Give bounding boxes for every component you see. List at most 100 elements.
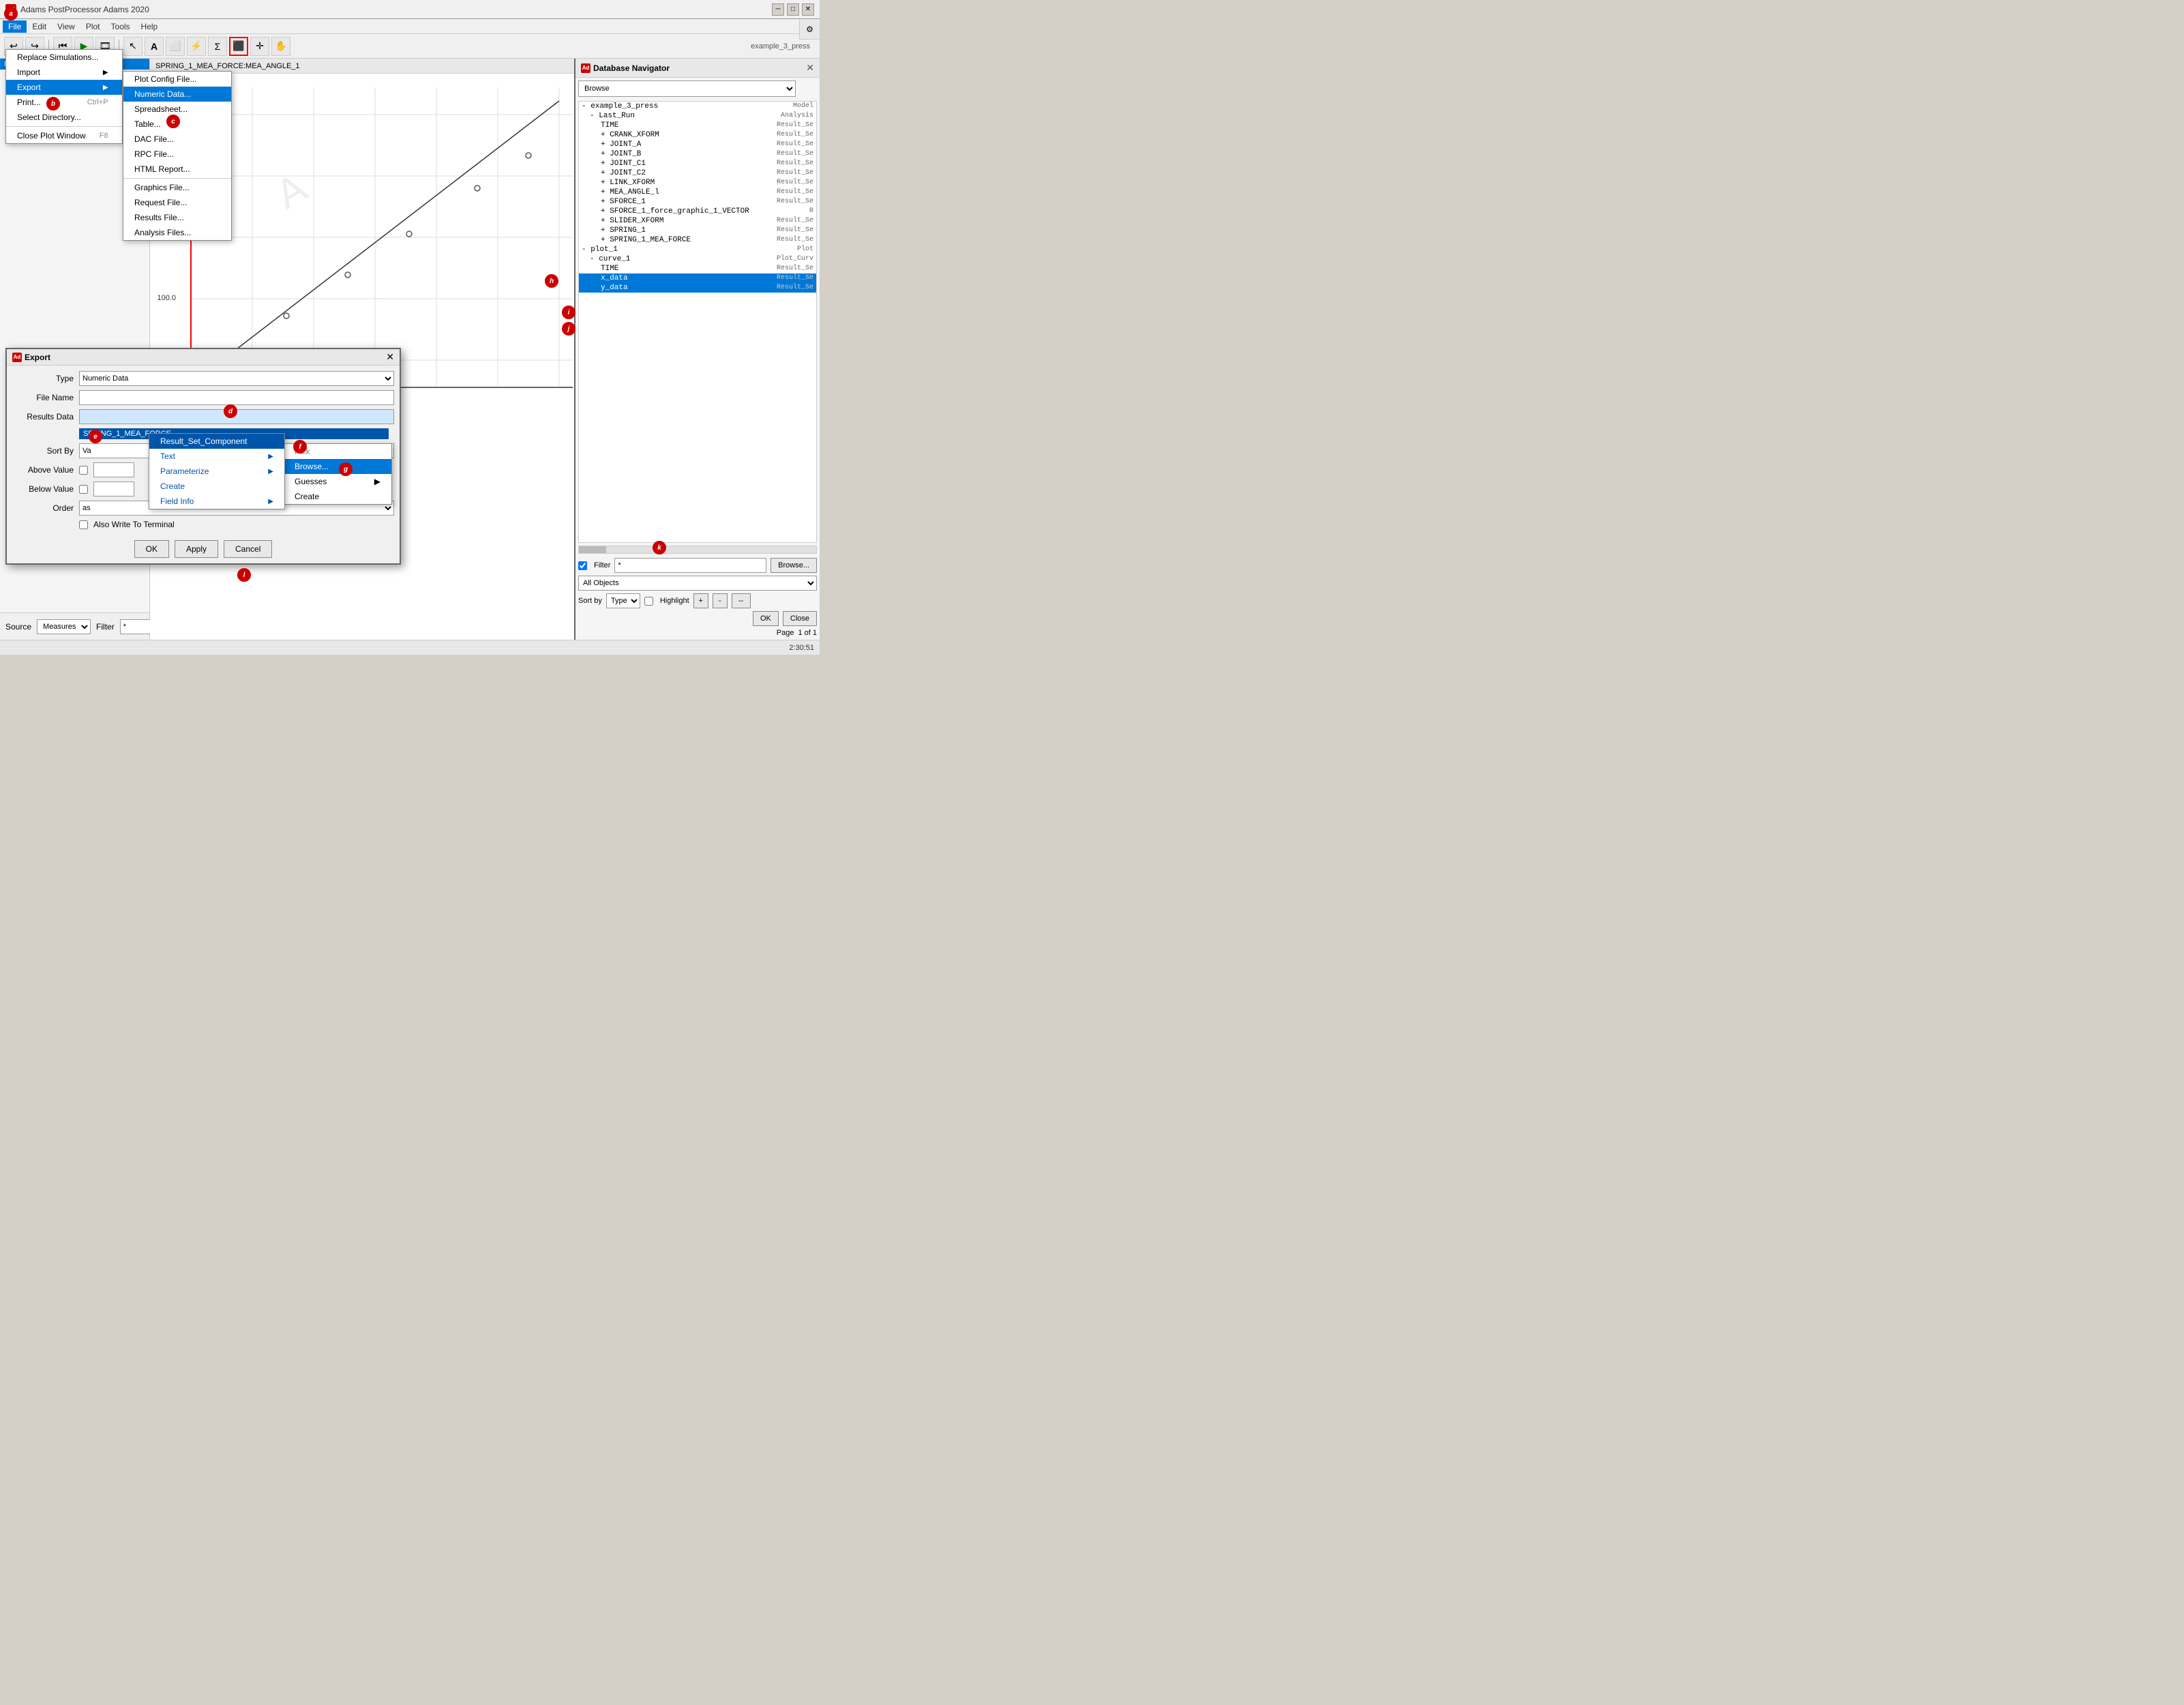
lightning-button[interactable]: ⚡ [187, 37, 206, 56]
highlight-checkbox[interactable] [644, 597, 653, 606]
minimize-button[interactable]: ─ [772, 3, 784, 16]
filter-checkbox[interactable] [578, 561, 587, 570]
crosshair-button[interactable]: ✛ [250, 37, 269, 56]
undo-button[interactable]: ↩ [4, 37, 23, 56]
source-select[interactable]: Measures [37, 619, 91, 634]
order-select[interactable]: as [79, 501, 394, 516]
db-tree-item[interactable]: TIME Result_Se [579, 121, 816, 130]
export-dialog-titlebar[interactable]: Ad Export ✕ [7, 349, 400, 366]
type-select[interactable]: Numeric Data [79, 371, 394, 386]
db-tree-item[interactable]: - Last_Run Analysis [579, 111, 816, 121]
db-navigator-titlebar: Ad Database Navigator ✕ [575, 59, 820, 78]
menu-help[interactable]: Help [136, 20, 164, 33]
db-tree-item[interactable]: - example_3_press Model [579, 102, 816, 111]
db-tree-item[interactable]: + SFORCE_1 Result_Se [579, 197, 816, 207]
menu-bar: File Edit View Plot Tools Help [0, 19, 820, 34]
apply-button[interactable]: Apply [175, 540, 218, 558]
db-tree-item[interactable]: + SPRING_1_MEA_FORCE Result_Se [579, 235, 816, 245]
above-value-input[interactable] [93, 462, 134, 477]
db-ok-button[interactable]: OK [753, 611, 779, 626]
db-navigator-title: Ad Database Navigator [581, 63, 670, 73]
db-tree[interactable]: - example_3_press Model - Last_Run Analy… [578, 101, 817, 543]
page-label: Page [777, 629, 794, 637]
close-button[interactable]: ✕ [802, 3, 814, 16]
ok-button[interactable]: OK [134, 540, 169, 558]
sort-type-select[interactable]: Type [606, 593, 640, 608]
db-tree-item[interactable]: + MEA_ANGLE_l Result_Se [579, 188, 816, 197]
text-button[interactable]: A [145, 37, 164, 56]
results-data-row: Results Data [12, 409, 394, 424]
menu-file[interactable]: File [3, 20, 27, 33]
plot-title-toolbar: example_3_press [293, 42, 816, 50]
redo-button[interactable]: ↪ [25, 37, 44, 56]
export-dialog-icon: Ad [12, 353, 22, 362]
db-nav-icon: Ad [581, 63, 590, 73]
highlighted-result[interactable]: SPRING_1_MEA_FORCE [79, 428, 389, 439]
animate-button[interactable]: 🎞 [95, 37, 115, 56]
below-value-row: Below Value [12, 481, 394, 496]
minus-button[interactable]: - [713, 593, 728, 608]
highlight-label: Highlight [660, 597, 689, 605]
menu-view[interactable]: View [52, 20, 80, 33]
filename-label: File Name [12, 393, 74, 402]
results-data-input[interactable] [79, 409, 394, 424]
pan-button[interactable]: ✋ [271, 37, 290, 56]
export-dialog-close[interactable]: ✕ [386, 351, 394, 363]
export-dialog-content: Type Numeric Data File Name crankangle_F… [7, 366, 400, 535]
plus-button[interactable]: + [693, 593, 708, 608]
terminal-checkbox[interactable] [79, 520, 88, 529]
start-button[interactable]: ⏮ [53, 37, 72, 56]
db-tree-item[interactable]: + SLIDER_XFORM Result_Se [579, 216, 816, 226]
menu-tools[interactable]: Tools [106, 20, 136, 33]
gear-button[interactable]: ⚙ [799, 19, 820, 40]
db-navigator-close[interactable]: ✕ [806, 62, 814, 74]
db-tree-item[interactable]: + JOINT_C2 Result_Se [579, 168, 816, 178]
browse-select[interactable]: Browse [578, 80, 796, 97]
db-tree-item[interactable]: + JOINT_C1 Result_Se [579, 159, 816, 168]
db-tree-item[interactable]: + SPRING_1 Result_Se [579, 226, 816, 235]
title-bar: Ad Adams PostProcessor Adams 2020 ─ □ ✕ [0, 0, 820, 19]
db-tree-item[interactable]: + JOINT_B Result_Se [579, 149, 816, 159]
below-value-input[interactable] [93, 481, 134, 496]
menu-edit[interactable]: Edit [27, 20, 52, 33]
db-tree-item[interactable]: - curve_1 Plot_Curv [579, 254, 816, 264]
db-tree-item[interactable]: + SFORCE_1_force_graphic_1_VECTOR R [579, 207, 816, 216]
db-tree-item[interactable]: TIME Result_Se [579, 264, 816, 273]
sigma-button[interactable]: Σ [208, 37, 227, 56]
below-value-checkbox[interactable] [79, 485, 88, 494]
maximize-button[interactable]: □ [787, 3, 799, 16]
svg-text:100.0: 100.0 [157, 294, 176, 302]
select-button[interactable]: ⬛ [229, 37, 248, 56]
toolbar-separator [48, 40, 49, 53]
sort-by-row: Sort By Va [12, 443, 394, 458]
menu-plot[interactable]: Plot [80, 20, 106, 33]
page-value: 1 of 1 [798, 629, 817, 637]
db-tree-item-x-data[interactable]: x_data Result_Se [579, 273, 816, 283]
tree-item-haxis[interactable]: ▷ haxis [3, 72, 147, 84]
play-button[interactable]: ▶ [74, 37, 93, 56]
box-button[interactable]: ⬜ [166, 37, 185, 56]
above-value-label: Above Value [12, 465, 74, 475]
object-type-select[interactable]: All Objects [578, 576, 817, 591]
db-tree-item[interactable]: + LINK_XFORM Result_Se [579, 178, 816, 188]
db-tree-item[interactable]: + CRANK_XFORM Result_Se [579, 130, 816, 140]
sort-by-select[interactable]: Va [79, 443, 394, 458]
filter-input[interactable] [614, 558, 766, 573]
sort-by-label: Sort By [12, 446, 74, 456]
db-tree-scrollbar[interactable] [578, 546, 817, 554]
db-tree-item-y-data[interactable]: y_data Result_Se [579, 283, 816, 293]
tree-item-legend[interactable]: legend_object [3, 95, 147, 106]
cursor-button[interactable]: ↖ [123, 37, 143, 56]
cancel-button[interactable]: Cancel [224, 540, 272, 558]
db-tree-item[interactable]: + JOINT_A Result_Se [579, 140, 816, 149]
db-navigator-panel: Ad Database Navigator ✕ ⚙ Browse - examp… [574, 59, 820, 640]
above-value-checkbox[interactable] [79, 466, 88, 475]
db-close-button[interactable]: Close [783, 611, 817, 626]
svg-text:Force (N): Force (N) [154, 206, 162, 237]
browse-btn[interactable]: Browse... [771, 558, 817, 573]
tree-item-vaxis[interactable]: ▷ vaxis [3, 84, 147, 95]
db-tree-item[interactable]: - plot_1 Plot [579, 245, 816, 254]
filename-input[interactable]: crankangle_F [79, 390, 394, 405]
dotdot-button[interactable]: -- [732, 593, 751, 608]
export-dialog-footer: OK Apply Cancel [7, 535, 400, 563]
